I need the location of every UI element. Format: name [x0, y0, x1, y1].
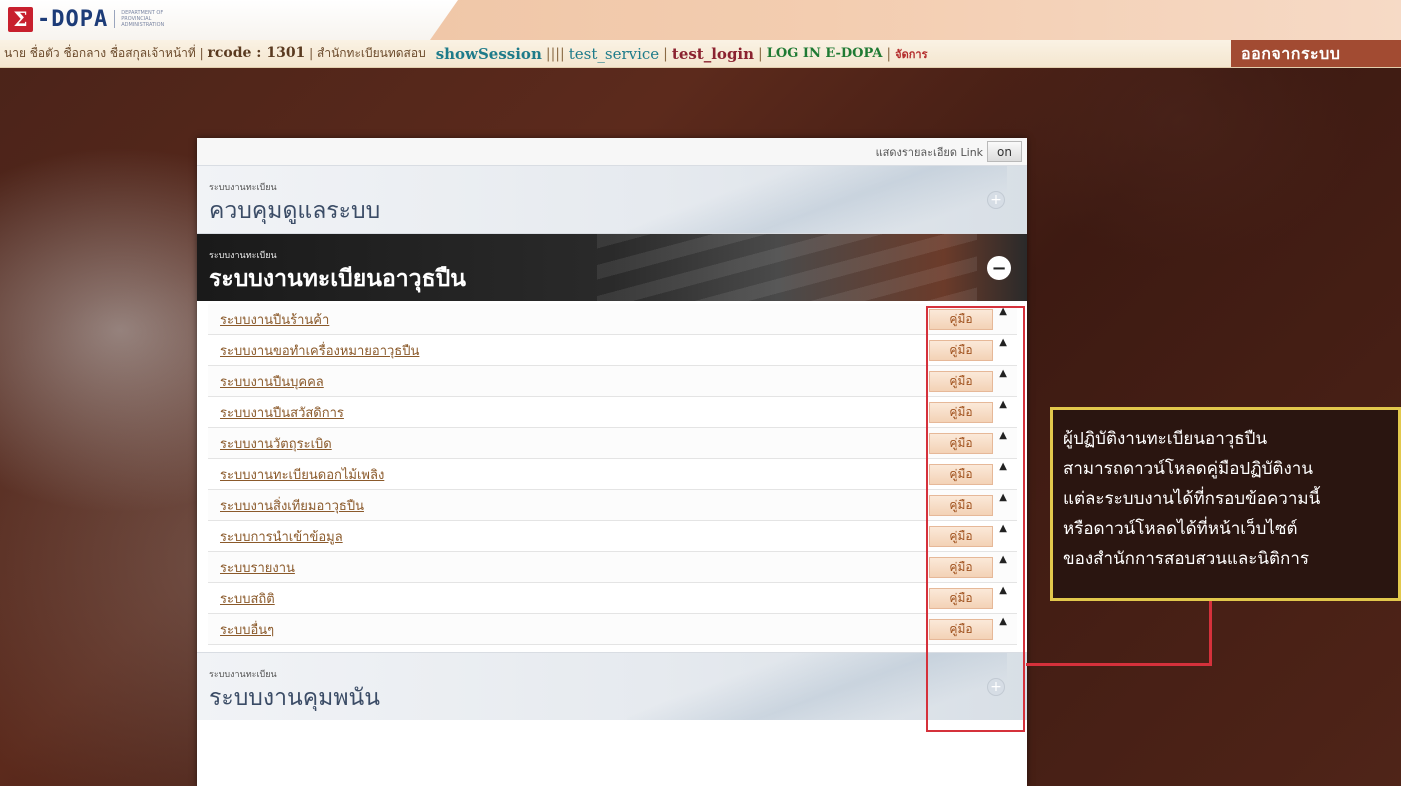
- list-item: ระบบอื่นๆ คู่มือ ▲: [208, 614, 1017, 645]
- triangle-up-icon[interactable]: ▲: [999, 368, 1007, 379]
- section-subtitle: ระบบงานทะเบียน: [209, 183, 277, 193]
- login-edopa-link[interactable]: LOG IN E-DOPA: [767, 46, 883, 61]
- list-item: ระบบงานปืนบุคคล คู่มือ ▲: [208, 366, 1017, 397]
- logo-wordmark: -DOPA: [37, 6, 109, 32]
- logout-button[interactable]: ออกจากระบบ: [1231, 40, 1401, 67]
- manual-button[interactable]: คู่มือ: [929, 557, 993, 578]
- collapse-icon[interactable]: −: [987, 256, 1011, 280]
- main-panel: แสดงรายละเอียด Link on ระบบงานทะเบียน คว…: [197, 138, 1027, 786]
- menu-link[interactable]: ระบบงานปืนสวัสดิการ: [208, 402, 344, 423]
- triangle-up-icon[interactable]: ▲: [999, 585, 1007, 596]
- manual-button[interactable]: คู่มือ: [929, 495, 993, 516]
- list-item: ระบบสถิติ คู่มือ ▲: [208, 583, 1017, 614]
- header-top: Σ -DOPA DEPARTMENT OF PROVINCIAL ADMINIS…: [0, 0, 1401, 40]
- nav-links: showSession |||| test_service | test_log…: [436, 40, 928, 67]
- list-item: ระบบงานขอทำเครื่องหมายอาวุธปืน คู่มือ ▲: [208, 335, 1017, 366]
- section-title: ระบบงานทะเบียนอาวุธปืน: [209, 266, 466, 292]
- section-subtitle: ระบบงานทะเบียน: [209, 670, 277, 680]
- triangle-up-icon[interactable]: ▲: [999, 306, 1007, 317]
- section-title: ควบคุมดูแลระบบ: [209, 198, 381, 224]
- detail-toggle-button[interactable]: on: [987, 141, 1022, 162]
- header-swoosh: [430, 0, 1401, 40]
- section-gambling-control[interactable]: ระบบงานทะเบียน ระบบงานคุมพนัน +: [197, 652, 1027, 720]
- callout-connector-vertical: [1209, 601, 1212, 665]
- expand-icon[interactable]: +: [987, 678, 1005, 696]
- expand-icon[interactable]: +: [987, 191, 1005, 209]
- menu-link[interactable]: ระบบรายงาน: [208, 557, 295, 578]
- user-name: นาย ชื่อตัว ชื่อกลาง ชื่อสกุลเจ้าหน้าที่: [4, 46, 196, 60]
- callout-line: ของสำนักการสอบสวนและนิติการ: [1063, 549, 1309, 569]
- manage-link[interactable]: จัดการ: [895, 45, 927, 63]
- manual-button[interactable]: คู่มือ: [929, 526, 993, 547]
- menu-link[interactable]: ระบบงานวัตถุระเบิด: [208, 433, 332, 454]
- triangle-up-icon[interactable]: ▲: [999, 523, 1007, 534]
- sigma-logo-icon: Σ: [8, 6, 33, 32]
- callout-connector-horizontal: [1026, 663, 1212, 666]
- nav-separator: |: [886, 45, 892, 62]
- detail-toggle-row: แสดงรายละเอียด Link on: [197, 138, 1027, 165]
- menu-link[interactable]: ระบบงานขอทำเครื่องหมายอาวุธปืน: [208, 340, 419, 361]
- test-login-link[interactable]: test_login: [672, 45, 754, 63]
- list-item: ระบบงานทะเบียนดอกไม้เพลิง คู่มือ ▲: [208, 459, 1017, 490]
- menu-link[interactable]: ระบบงานสิ่งเทียมอาวุธปืน: [208, 495, 364, 516]
- triangle-up-icon[interactable]: ▲: [999, 492, 1007, 503]
- callout-line: แต่ละระบบงานได้ที่กรอบข้อความนี้: [1063, 489, 1321, 509]
- info-separator: |: [309, 46, 317, 60]
- nav-separator: |: [758, 45, 763, 62]
- nav-separator: ||||: [545, 45, 565, 62]
- office-name: สำนักทะเบียนทดสอบ: [317, 46, 426, 60]
- callout-line: สามารถดาวน์โหลดคู่มือปฏิบัติงาน: [1063, 459, 1313, 479]
- show-session-link[interactable]: showSession: [436, 45, 542, 63]
- callout-line: ผู้ปฏิบัติงานทะเบียนอาวุธปืน: [1063, 429, 1268, 449]
- triangle-up-icon[interactable]: ▲: [999, 554, 1007, 565]
- logo[interactable]: Σ -DOPA DEPARTMENT OF PROVINCIAL ADMINIS…: [8, 6, 174, 32]
- list-item: ระบบการนำเข้าข้อมูล คู่มือ ▲: [208, 521, 1017, 552]
- firearm-menu-list: ระบบงานปืนร้านค้า คู่มือ ▲ ระบบงานขอทำเค…: [197, 301, 1027, 645]
- menu-link[interactable]: ระบบงานปืนบุคคล: [208, 371, 324, 392]
- manual-button[interactable]: คู่มือ: [929, 340, 993, 361]
- callout-line: หรือดาวน์โหลดได้ที่หน้าเว็บไซต์: [1063, 519, 1298, 539]
- menu-link[interactable]: ระบบสถิติ: [208, 588, 275, 609]
- manual-button[interactable]: คู่มือ: [929, 464, 993, 485]
- list-item: ระบบรายงาน คู่มือ ▲: [208, 552, 1017, 583]
- list-item: ระบบงานปืนสวัสดิการ คู่มือ ▲: [208, 397, 1017, 428]
- logo-subtitle: DEPARTMENT OF PROVINCIAL ADMINISTRATION: [114, 10, 174, 28]
- list-item: ระบบงานสิ่งเทียมอาวุธปืน คู่มือ ▲: [208, 490, 1017, 521]
- rcode: rcode : 1301: [207, 45, 306, 61]
- manual-button[interactable]: คู่มือ: [929, 371, 993, 392]
- menu-link[interactable]: ระบบงานปืนร้านค้า: [208, 309, 329, 330]
- section-system-control[interactable]: ระบบงานทะเบียน ควบคุมดูแลระบบ +: [197, 165, 1027, 233]
- triangle-up-icon[interactable]: ▲: [999, 461, 1007, 472]
- list-item: ระบบงานปืนร้านค้า คู่มือ ▲: [208, 304, 1017, 335]
- list-item: ระบบงานวัตถุระเบิด คู่มือ ▲: [208, 428, 1017, 459]
- manual-button[interactable]: คู่มือ: [929, 402, 993, 423]
- triangle-up-icon[interactable]: ▲: [999, 430, 1007, 441]
- menu-link[interactable]: ระบบการนำเข้าข้อมูล: [208, 526, 343, 547]
- manual-button[interactable]: คู่มือ: [929, 588, 993, 609]
- section-subtitle: ระบบงานทะเบียน: [209, 251, 277, 261]
- nav-separator: |: [663, 45, 668, 62]
- user-info: นาย ชื่อตัว ชื่อกลาง ชื่อสกุลเจ้าหน้าที่…: [0, 44, 426, 63]
- section-firearm-registration[interactable]: ระบบงานทะเบียน ระบบงานทะเบียนอาวุธปืน −: [197, 233, 1027, 301]
- detail-label: แสดงรายละเอียด Link: [875, 145, 984, 159]
- triangle-up-icon[interactable]: ▲: [999, 337, 1007, 348]
- manual-button[interactable]: คู่มือ: [929, 309, 993, 330]
- manual-button[interactable]: คู่มือ: [929, 433, 993, 454]
- triangle-up-icon[interactable]: ▲: [999, 616, 1007, 627]
- test-service-link[interactable]: test_service: [569, 45, 659, 63]
- section-title: ระบบงานคุมพนัน: [209, 685, 380, 711]
- menu-link[interactable]: ระบบงานทะเบียนดอกไม้เพลิง: [208, 464, 384, 485]
- manual-button[interactable]: คู่มือ: [929, 619, 993, 640]
- callout-annotation: ผู้ปฏิบัติงานทะเบียนอาวุธปืน สามารถดาวน์…: [1050, 407, 1401, 601]
- menu-link[interactable]: ระบบอื่นๆ: [208, 619, 274, 640]
- triangle-up-icon[interactable]: ▲: [999, 399, 1007, 410]
- header-bar: นาย ชื่อตัว ชื่อกลาง ชื่อสกุลเจ้าหน้าที่…: [0, 40, 1401, 68]
